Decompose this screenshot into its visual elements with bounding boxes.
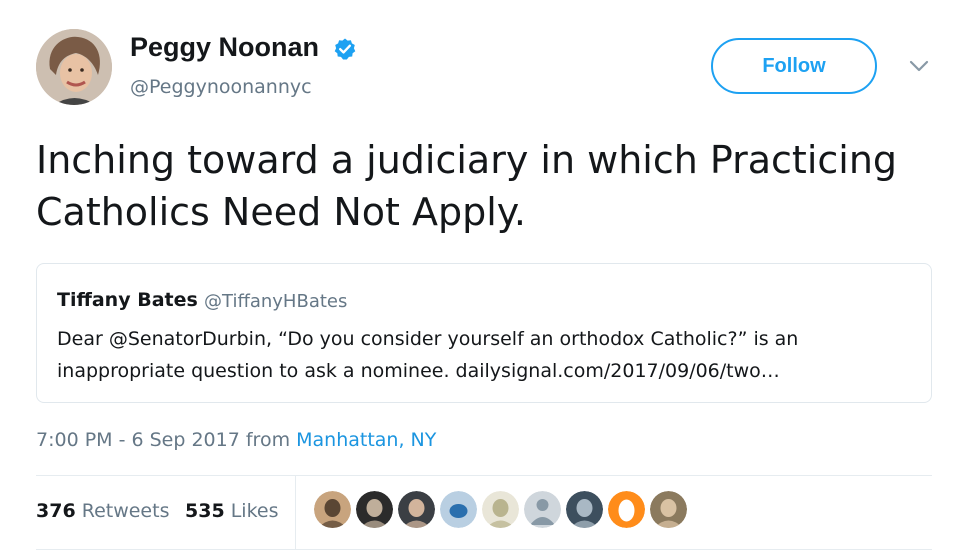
tweet-text: Inching toward a judiciary in which Prac… [36,138,898,234]
verified-badge-icon [334,38,356,60]
avatar-group-photo[interactable] [566,491,603,528]
retweets-stat[interactable]: 376 Retweets [36,500,169,522]
quoted-author-name: Tiffany Bates [57,289,198,311]
likes-stat[interactable]: 535 Likes [185,500,279,522]
tweet-time[interactable]: 7:00 PM - 6 Sep 2017 from [36,429,296,451]
likers-avatars [314,491,687,531]
avatar-man-hat[interactable] [314,491,351,528]
avatar-flower[interactable] [482,491,519,528]
quoted-tweet-text: Dear @SenatorDurbin, “Do you consider yo… [57,328,799,382]
stats-divider-top [36,475,932,476]
avatar-dark-portrait[interactable] [356,491,393,528]
tweet-timestamp: 7:00 PM - 6 Sep 2017 from Manhattan, NY [36,429,436,451]
avatar-orange-egg[interactable] [608,491,645,528]
chevron-down-icon[interactable] [908,58,930,74]
avatar-man-glasses[interactable] [398,491,435,528]
avatar-default-person[interactable] [524,491,561,528]
avatar-woman-portrait[interactable] [650,491,687,528]
follow-button[interactable]: Follow [711,38,877,94]
stats-divider-bottom [36,549,932,550]
quoted-author-handle: @TiffanyHBates [204,291,348,312]
tweet-location-link[interactable]: Manhattan, NY [296,429,436,451]
author-handle[interactable]: @Peggynoonannyc [130,76,312,98]
quoted-tweet[interactable]: Tiffany Bates @TiffanyHBates Dear @Senat… [36,263,932,403]
retweets-label: Retweets [81,500,170,522]
retweets-count: 376 [36,500,76,522]
author-avatar[interactable] [36,29,112,105]
avatar-bird[interactable] [440,491,477,528]
avatar-portrait-icon [36,29,112,105]
stats-divider-vertical [295,476,296,549]
likes-label: Likes [230,500,279,522]
author-name[interactable]: Peggy Noonan [130,32,319,63]
likes-count: 535 [185,500,225,522]
